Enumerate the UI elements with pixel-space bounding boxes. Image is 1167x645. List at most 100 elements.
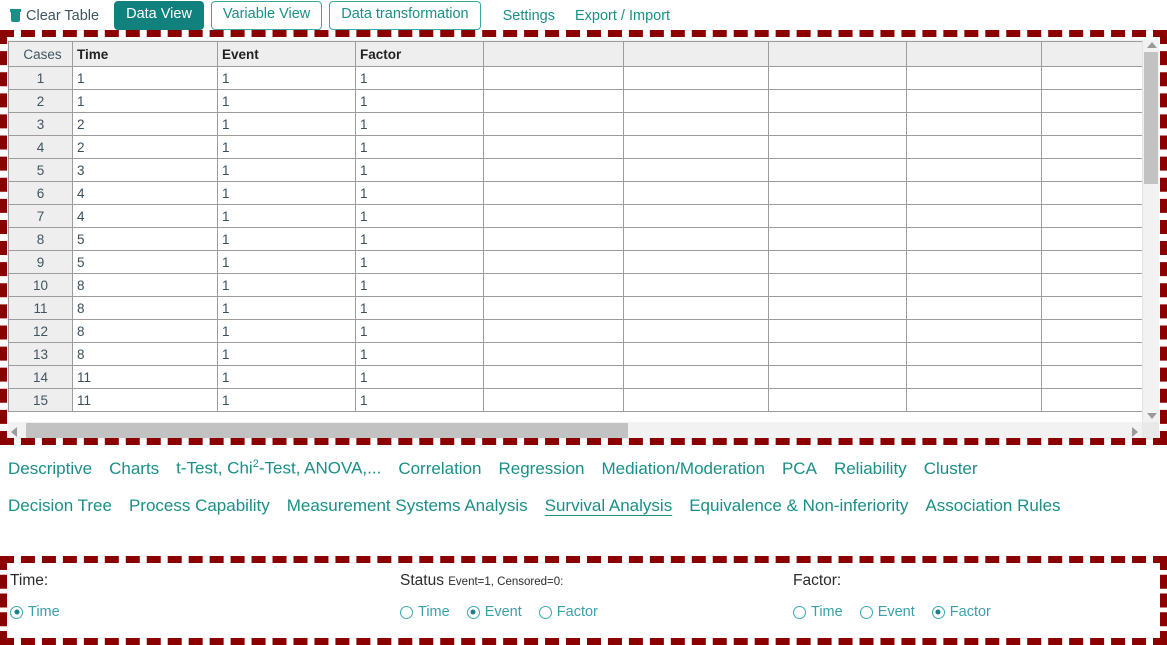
- table-cell[interactable]: 1: [355, 66, 484, 90]
- table-cell[interactable]: [768, 89, 907, 113]
- table-cell[interactable]: [768, 135, 907, 159]
- row-header-case[interactable]: 6: [8, 181, 73, 205]
- table-cell[interactable]: 1: [217, 296, 356, 320]
- table-cell[interactable]: [906, 89, 1042, 113]
- table-cell[interactable]: [623, 181, 769, 205]
- table-row[interactable]: 8511: [8, 227, 1159, 251]
- column-header-empty-2[interactable]: [623, 41, 769, 67]
- table-cell[interactable]: 1: [217, 388, 356, 412]
- table-cell[interactable]: 1: [217, 112, 356, 136]
- factor-radio-event[interactable]: Event: [859, 604, 915, 620]
- column-header-factor[interactable]: Factor: [355, 41, 484, 67]
- table-cell[interactable]: 1: [217, 66, 356, 90]
- menu-item-regression[interactable]: Regression: [498, 459, 584, 479]
- status-radio-time[interactable]: Time: [400, 604, 450, 620]
- table-cell[interactable]: 4: [72, 204, 218, 228]
- table-cell[interactable]: [483, 204, 624, 228]
- table-cell[interactable]: 1: [355, 365, 484, 389]
- table-cell[interactable]: [768, 158, 907, 182]
- table-cell[interactable]: 1: [217, 89, 356, 113]
- settings-link[interactable]: Settings: [503, 8, 555, 24]
- menu-item-decision-tree[interactable]: Decision Tree: [8, 496, 112, 516]
- menu-item-ttest-chitest-anova[interactable]: t-Test, Chi2-Test, ANOVA,...: [176, 458, 381, 479]
- tab-data-transformation[interactable]: Data transformation: [329, 1, 481, 30]
- table-cell[interactable]: 8: [72, 319, 218, 343]
- row-header-case[interactable]: 11: [8, 296, 73, 320]
- status-radio-event[interactable]: Event: [466, 604, 522, 620]
- horizontal-scroll-thumb[interactable]: [26, 423, 628, 438]
- table-cell[interactable]: [906, 319, 1042, 343]
- table-cell[interactable]: [483, 296, 624, 320]
- radio-button-icon[interactable]: [859, 605, 873, 619]
- table-cell[interactable]: [906, 273, 1042, 297]
- table-cell[interactable]: [623, 112, 769, 136]
- table-cell[interactable]: 1: [355, 135, 484, 159]
- table-vertical-scrollbar[interactable]: [1142, 40, 1159, 422]
- time-radio-time[interactable]: Time: [10, 604, 60, 620]
- table-row[interactable]: 6411: [8, 181, 1159, 205]
- table-cell[interactable]: [906, 250, 1042, 274]
- table-cell[interactable]: [623, 135, 769, 159]
- table-cell[interactable]: 2: [72, 112, 218, 136]
- table-cell[interactable]: [623, 204, 769, 228]
- table-row[interactable]: 15 11 1 1: [8, 388, 1159, 412]
- table-cell[interactable]: 1: [217, 319, 356, 343]
- table-cell[interactable]: [768, 296, 907, 320]
- table-cell[interactable]: [768, 319, 907, 343]
- table-cell[interactable]: [768, 365, 907, 389]
- table-cell[interactable]: 11: [72, 365, 218, 389]
- factor-radio-factor[interactable]: Factor: [931, 604, 991, 620]
- table-cell[interactable]: [906, 342, 1042, 366]
- table-row[interactable]: 1111: [8, 66, 1159, 90]
- table-cell[interactable]: 8: [72, 296, 218, 320]
- table-cell[interactable]: 1: [217, 365, 356, 389]
- table-cell[interactable]: [906, 388, 1042, 412]
- table-cell[interactable]: 4: [72, 181, 218, 205]
- table-cell[interactable]: [623, 250, 769, 274]
- table-cell[interactable]: 8: [72, 342, 218, 366]
- column-header-empty-4[interactable]: [906, 41, 1042, 67]
- table-cell[interactable]: 11: [72, 388, 218, 412]
- table-cell[interactable]: [768, 250, 907, 274]
- menu-item-correlation[interactable]: Correlation: [398, 459, 481, 479]
- menu-item-measurement-systems-analysis[interactable]: Measurement Systems Analysis: [287, 496, 528, 516]
- radio-button-icon[interactable]: [931, 605, 945, 619]
- menu-item-charts[interactable]: Charts: [109, 459, 159, 479]
- table-row[interactable]: 13 8 1 1: [8, 342, 1159, 366]
- table-cell[interactable]: 1: [72, 89, 218, 113]
- table-cell[interactable]: [906, 158, 1042, 182]
- table-corner-cases[interactable]: Cases: [8, 41, 73, 67]
- table-horizontal-scrollbar[interactable]: [8, 422, 1159, 440]
- table-cell[interactable]: [483, 66, 624, 90]
- menu-item-survival-analysis[interactable]: Survival Analysis: [545, 496, 673, 516]
- table-cell[interactable]: [483, 181, 624, 205]
- menu-item-equivalence-non-inferiority[interactable]: Equivalence & Non-inferiority: [689, 496, 908, 516]
- scroll-up-arrow-icon[interactable]: [1147, 42, 1157, 48]
- table-cell[interactable]: 1: [355, 204, 484, 228]
- table-cell[interactable]: [483, 342, 624, 366]
- scroll-right-arrow-icon[interactable]: [1132, 427, 1138, 437]
- table-cell[interactable]: [906, 227, 1042, 251]
- row-header-case[interactable]: 12: [8, 319, 73, 343]
- row-header-case[interactable]: 2: [8, 89, 73, 113]
- table-cell[interactable]: [623, 89, 769, 113]
- table-cell[interactable]: 5: [72, 250, 218, 274]
- scroll-down-arrow-icon[interactable]: [1147, 413, 1157, 419]
- row-header-case[interactable]: 7: [8, 204, 73, 228]
- table-cell[interactable]: 1: [217, 204, 356, 228]
- table-cell[interactable]: 1: [355, 250, 484, 274]
- column-header-empty-1[interactable]: [483, 41, 624, 67]
- table-cell[interactable]: 1: [217, 135, 356, 159]
- table-cell[interactable]: [483, 388, 624, 412]
- table-cell[interactable]: [906, 365, 1042, 389]
- table-cell[interactable]: [483, 250, 624, 274]
- table-cell[interactable]: [768, 342, 907, 366]
- table-cell[interactable]: 1: [217, 273, 356, 297]
- table-row[interactable]: 12 8 1 1: [8, 319, 1159, 343]
- table-cell[interactable]: [483, 158, 624, 182]
- row-header-case[interactable]: 5: [8, 158, 73, 182]
- row-header-case[interactable]: 15: [8, 388, 73, 412]
- table-cell[interactable]: [906, 181, 1042, 205]
- table-cell[interactable]: [906, 204, 1042, 228]
- radio-button-icon[interactable]: [400, 605, 413, 619]
